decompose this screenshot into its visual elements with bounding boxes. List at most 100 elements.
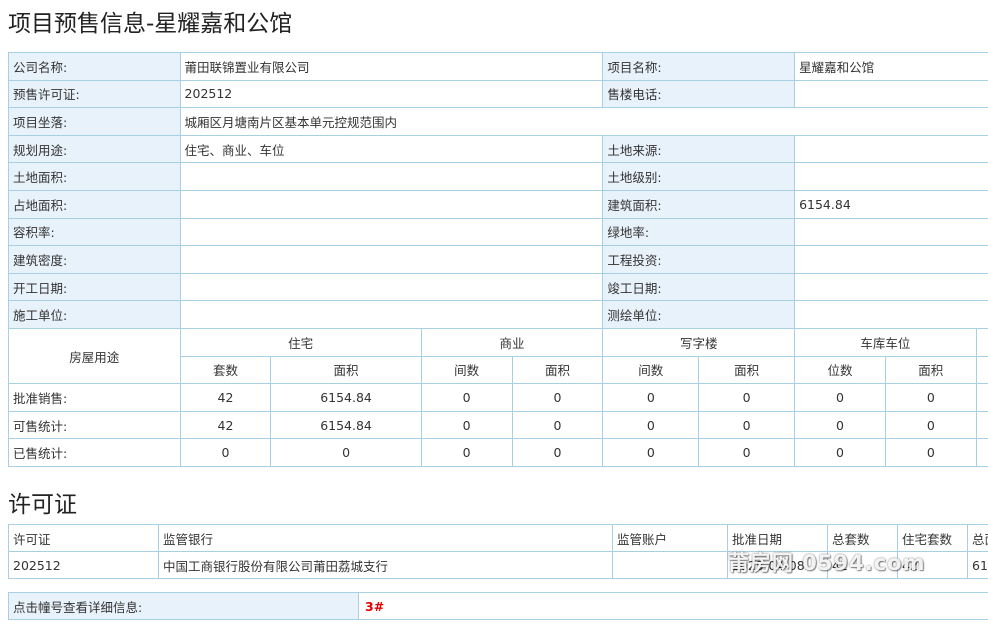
subheader: 面积 bbox=[270, 355, 422, 385]
approval-date-cell: 2025-04-08 bbox=[727, 551, 828, 579]
table-cell: 0 bbox=[270, 438, 422, 467]
table-cell: 0 bbox=[884, 438, 977, 467]
subheader: 套数 bbox=[179, 355, 272, 385]
page-title: 项目预售信息-星耀嘉和公馆 bbox=[8, 11, 293, 37]
planned-use-value: 住宅、商业、车位 bbox=[179, 134, 604, 164]
finish-date-label: 竣工日期: bbox=[602, 272, 796, 302]
permit-section-title: 许可证 bbox=[8, 492, 77, 518]
surveyor-value bbox=[794, 300, 988, 329]
table-cell: 0 bbox=[420, 438, 513, 467]
green-ratio-label: 绿地率: bbox=[602, 217, 796, 247]
approval-date-header: 批准日期 bbox=[727, 524, 828, 552]
bank-cell: 中国工商银行股份有限公司莆田荔城支行 bbox=[158, 551, 613, 579]
green-ratio-value bbox=[794, 217, 988, 247]
project-info-table: 公司名称: 莆田联锦置业有限公司 项目名称: 星耀嘉和公馆 预售许可证: 202… bbox=[8, 52, 988, 467]
building-detail-table: 点击幢号查看详细信息: 3# bbox=[8, 592, 988, 620]
land-source-label: 土地来源: bbox=[602, 134, 796, 164]
empty-cell bbox=[975, 383, 988, 412]
start-date-label: 开工日期: bbox=[8, 272, 181, 302]
table-cell: 0 bbox=[602, 438, 700, 467]
building-detail-label: 点击幢号查看详细信息: bbox=[8, 592, 359, 620]
table-cell: 6154.84 bbox=[270, 410, 422, 440]
group-commercial: 商业 bbox=[420, 327, 604, 357]
permit-header: 许可证 bbox=[8, 524, 159, 552]
table-cell: 0 bbox=[794, 383, 886, 412]
plot-ratio-value bbox=[179, 217, 604, 247]
plot-ratio-label: 容积率: bbox=[8, 217, 181, 247]
total-area-header: 总面 bbox=[967, 524, 988, 552]
account-header: 监管账户 bbox=[612, 524, 728, 552]
subheader: 间数 bbox=[602, 355, 700, 385]
land-area-value bbox=[179, 162, 604, 191]
building-area-value: 6154.84 bbox=[794, 189, 988, 219]
subheader: 面积 bbox=[511, 355, 604, 385]
available-stats-label: 可售统计: bbox=[8, 410, 181, 440]
building-density-label: 建筑密度: bbox=[8, 245, 181, 274]
table-cell: 42 bbox=[179, 383, 272, 412]
company-value: 莆田联锦置业有限公司 bbox=[179, 52, 604, 81]
residential-units-cell: 42 bbox=[897, 551, 968, 579]
house-use-header: 房屋用途 bbox=[8, 327, 181, 385]
project-name-value: 星耀嘉和公馆 bbox=[794, 52, 988, 81]
table-cell: 0 bbox=[420, 410, 513, 440]
sales-phone-label: 售楼电话: bbox=[602, 79, 796, 109]
presale-permit-label: 预售许可证: bbox=[8, 79, 181, 109]
table-cell: 0 bbox=[179, 438, 272, 467]
table-cell: 0 bbox=[884, 410, 977, 440]
table-cell: 0 bbox=[511, 383, 604, 412]
table-cell: 0 bbox=[794, 410, 886, 440]
location-value: 城厢区月塘南片区基本单元控规范围内 bbox=[179, 107, 988, 136]
planned-use-label: 规划用途: bbox=[8, 134, 181, 164]
permit-number-cell: 202512 bbox=[8, 551, 159, 579]
bank-header: 监管银行 bbox=[158, 524, 613, 552]
land-level-label: 土地级别: bbox=[602, 162, 796, 191]
table-cell: 42 bbox=[179, 410, 272, 440]
subheader: 面积 bbox=[884, 355, 977, 385]
building-area-label: 建筑面积: bbox=[602, 189, 796, 219]
location-label: 项目坐落: bbox=[8, 107, 181, 136]
empty-cell bbox=[975, 355, 988, 385]
group-residential: 住宅 bbox=[179, 327, 422, 357]
table-cell: 0 bbox=[698, 383, 796, 412]
empty-cell bbox=[975, 438, 988, 467]
residential-units-header: 住宅套数 bbox=[897, 524, 968, 552]
builder-value bbox=[179, 300, 604, 329]
building-density-value bbox=[179, 245, 604, 274]
surveyor-label: 测绘单位: bbox=[602, 300, 796, 329]
presale-permit-value: 202512 bbox=[179, 79, 604, 109]
land-source-value bbox=[794, 134, 988, 164]
table-cell: 0 bbox=[602, 410, 700, 440]
total-area-cell: 61 bbox=[967, 551, 988, 579]
finish-date-value bbox=[794, 272, 988, 302]
cover-area-label: 占地面积: bbox=[8, 189, 181, 219]
builder-label: 施工单位: bbox=[8, 300, 181, 329]
table-cell: 0 bbox=[884, 383, 977, 412]
table-cell: 0 bbox=[511, 410, 604, 440]
investment-value bbox=[794, 245, 988, 274]
table-cell: 0 bbox=[794, 438, 886, 467]
subheader: 间数 bbox=[420, 355, 513, 385]
account-cell bbox=[612, 551, 728, 579]
table-cell: 0 bbox=[698, 438, 796, 467]
land-level-value bbox=[794, 162, 988, 191]
building-link-3[interactable]: 3# bbox=[365, 599, 384, 614]
empty-cell bbox=[975, 410, 988, 440]
land-area-label: 土地面积: bbox=[8, 162, 181, 191]
project-name-label: 项目名称: bbox=[602, 52, 796, 81]
subheader: 面积 bbox=[698, 355, 796, 385]
table-cell: 0 bbox=[420, 383, 513, 412]
table-cell: 0 bbox=[602, 383, 700, 412]
table-cell: 0 bbox=[698, 410, 796, 440]
start-date-value bbox=[179, 272, 604, 302]
investment-label: 工程投资: bbox=[602, 245, 796, 274]
company-label: 公司名称: bbox=[8, 52, 181, 81]
sales-phone-value bbox=[794, 79, 988, 109]
permit-table: 许可证 监管银行 监管账户 批准日期 总套数 住宅套数 总面 202512 中国… bbox=[8, 524, 988, 579]
group-parking: 车库车位 bbox=[794, 327, 977, 357]
total-units-header: 总套数 bbox=[827, 524, 898, 552]
empty-cell bbox=[975, 327, 988, 357]
table-cell: 0 bbox=[511, 438, 604, 467]
table-cell: 6154.84 bbox=[270, 383, 422, 412]
cover-area-value bbox=[179, 189, 604, 219]
subheader: 位数 bbox=[794, 355, 886, 385]
